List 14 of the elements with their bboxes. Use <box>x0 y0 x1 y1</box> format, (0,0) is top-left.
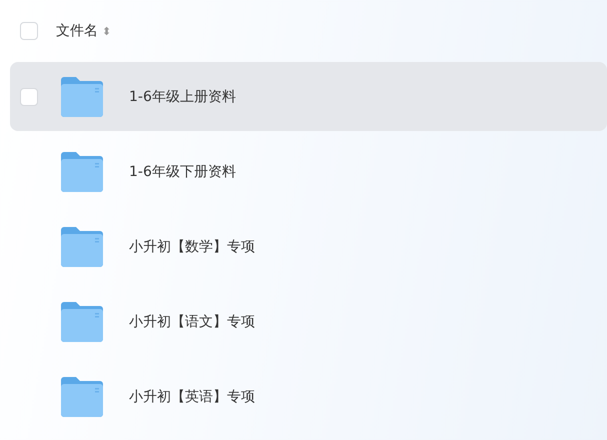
file-row-highlight[interactable]: 1-6年级上册资料 <box>10 62 607 131</box>
folder-icon <box>59 150 105 192</box>
folder-name[interactable]: 小升初【数学】专项 <box>129 238 255 256</box>
folder-name[interactable]: 小升初【英语】专项 <box>129 388 255 406</box>
folder-icon <box>59 226 105 268</box>
folder-name[interactable]: 1-6年级下册资料 <box>129 162 236 180</box>
folder-name[interactable]: 小升初【语文】专项 <box>129 312 255 330</box>
checkbox[interactable] <box>20 88 38 106</box>
checkbox[interactable] <box>20 22 38 40</box>
column-header[interactable]: 文件名 <box>56 22 98 40</box>
folder-icon <box>59 300 105 342</box>
folder-icon <box>59 76 105 118</box>
folder-icon <box>59 376 105 418</box>
folder-name[interactable]: 1-6年级上册资料 <box>129 88 236 106</box>
